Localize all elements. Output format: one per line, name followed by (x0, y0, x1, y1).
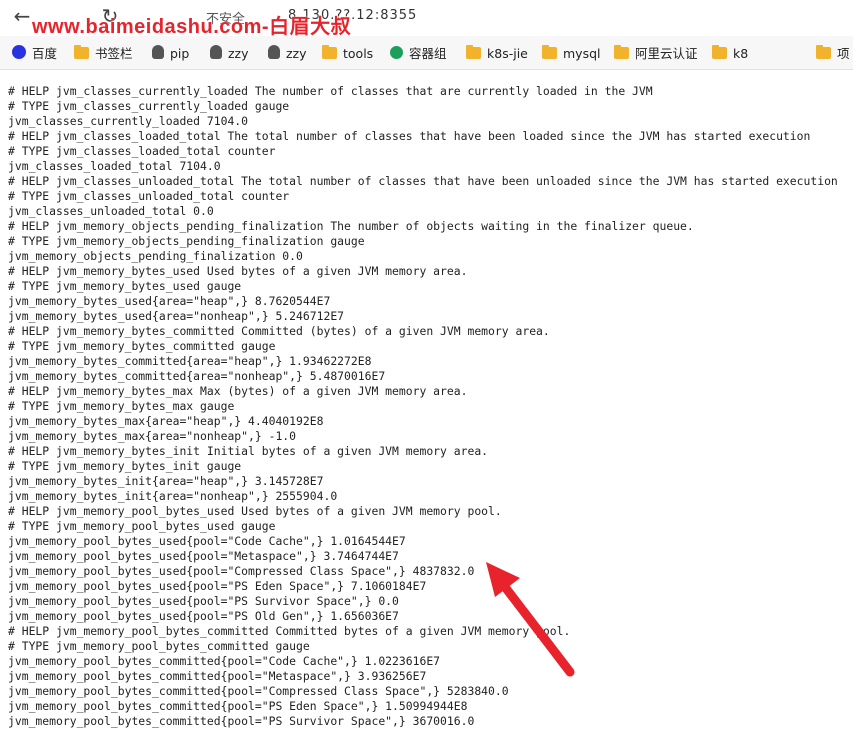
metrics-line: jvm_memory_pool_bytes_used{pool="Metaspa… (8, 549, 399, 563)
metrics-line: jvm_memory_pool_bytes_used{pool="PS Surv… (8, 594, 399, 608)
metrics-line: # HELP jvm_memory_bytes_max Max (bytes) … (8, 384, 468, 398)
metrics-line: # TYPE jvm_memory_pool_bytes_used gauge (8, 519, 276, 533)
bookmark-zzy-2[interactable]: zzy (268, 45, 307, 63)
metrics-line: jvm_memory_bytes_used{area="heap",} 8.76… (8, 294, 331, 308)
metrics-line: jvm_memory_bytes_max{area="heap",} 4.404… (8, 414, 324, 428)
metrics-line: jvm_memory_bytes_committed{area="nonheap… (8, 369, 386, 383)
folder-icon (614, 45, 629, 59)
bookmarks-bar: 百度 书签栏 pip zzy zzy tools 容器组 k8s-jie mys… (0, 36, 853, 70)
bookmark-baidu[interactable]: 百度 (12, 45, 57, 63)
metrics-line: jvm_memory_pool_bytes_used{pool="Code Ca… (8, 534, 406, 548)
browser-toolbar: ← ↻ 不安全 8.130.??.12:8355 www.baimeidashu… (0, 0, 853, 38)
bookmark-pip[interactable]: pip (152, 45, 189, 63)
bookmark-project[interactable]: 项 (816, 45, 850, 63)
metrics-line: # TYPE jvm_memory_bytes_init gauge (8, 459, 242, 473)
metrics-line: # HELP jvm_memory_bytes_used Used bytes … (8, 264, 468, 278)
green-icon (390, 46, 403, 59)
person-icon (210, 45, 222, 59)
metrics-line: # TYPE jvm_memory_bytes_used gauge (8, 279, 242, 293)
bookmark-label: mysql (563, 46, 601, 61)
metrics-line: jvm_memory_pool_bytes_committed{pool="Co… (8, 654, 441, 668)
baidu-icon (12, 45, 26, 59)
metrics-line: jvm_memory_objects_pending_finalization … (8, 249, 303, 263)
metrics-line: jvm_memory_bytes_committed{area="heap",}… (8, 354, 372, 368)
bookmark-label: 项 (837, 46, 850, 61)
metrics-line: jvm_memory_pool_bytes_used{pool="Compres… (8, 564, 475, 578)
metrics-text: # HELP jvm_classes_currently_loaded The … (8, 84, 853, 729)
person-icon (152, 45, 164, 59)
folder-icon (816, 45, 831, 59)
folder-icon (466, 45, 481, 59)
metrics-line: # HELP jvm_memory_objects_pending_finali… (8, 219, 694, 233)
metrics-line: jvm_classes_unloaded_total 0.0 (8, 204, 214, 218)
metrics-line: jvm_classes_loaded_total 7104.0 (8, 159, 221, 173)
bookmark-aliyun-cert[interactable]: 阿里云认证 (614, 45, 698, 63)
folder-icon (542, 45, 557, 59)
bookmark-label: pip (170, 46, 190, 61)
bookmark-zzy-1[interactable]: zzy (210, 45, 249, 63)
bookmark-label: zzy (228, 46, 249, 61)
metrics-line: # HELP jvm_classes_currently_loaded The … (8, 84, 653, 98)
back-arrow-icon[interactable]: ← (10, 4, 34, 28)
metrics-line: # HELP jvm_memory_pool_bytes_committed C… (8, 624, 571, 638)
metrics-line: # HELP jvm_memory_bytes_committed Commit… (8, 324, 550, 338)
bookmark-bookmarks-folder[interactable]: 书签栏 (74, 45, 133, 63)
bookmark-label: k8s-jie (487, 46, 528, 61)
metrics-line: # TYPE jvm_memory_bytes_committed gauge (8, 339, 276, 353)
bookmark-label: zzy (286, 46, 307, 61)
metrics-line: # TYPE jvm_memory_objects_pending_finali… (8, 234, 365, 248)
metrics-line: # HELP jvm_classes_unloaded_total The to… (8, 174, 838, 188)
metrics-line: # HELP jvm_classes_loaded_total The tota… (8, 129, 811, 143)
metrics-line: # HELP jvm_memory_pool_bytes_used Used b… (8, 504, 502, 518)
metrics-line: jvm_memory_bytes_max{area="nonheap",} -1… (8, 429, 297, 443)
bookmark-label: 百度 (32, 46, 58, 61)
bookmark-k8[interactable]: k8 (712, 45, 748, 63)
folder-icon (74, 45, 89, 59)
person-icon (268, 45, 280, 59)
watermark: www.baimeidashu.com-白眉大叔 (32, 16, 352, 38)
metrics-line: # HELP jvm_memory_bytes_init Initial byt… (8, 444, 489, 458)
metrics-line: jvm_classes_currently_loaded 7104.0 (8, 114, 249, 128)
metrics-line: jvm_memory_pool_bytes_committed{pool="PS… (8, 699, 468, 713)
bookmark-container-group[interactable]: 容器组 (390, 45, 447, 63)
metrics-line: jvm_memory_pool_bytes_committed{pool="Me… (8, 669, 427, 683)
bookmark-tools[interactable]: tools (322, 45, 373, 63)
metrics-line: # TYPE jvm_classes_unloaded_total counte… (8, 189, 290, 203)
bookmark-label: 容器组 (409, 46, 447, 61)
metrics-line: jvm_memory_bytes_init{area="nonheap",} 2… (8, 489, 338, 503)
bookmark-mysql[interactable]: mysql (542, 45, 601, 63)
bookmark-label: 书签栏 (95, 46, 133, 61)
metrics-line: jvm_memory_bytes_init{area="heap",} 3.14… (8, 474, 324, 488)
metrics-line: # TYPE jvm_memory_pool_bytes_committed g… (8, 639, 310, 653)
folder-icon (322, 45, 337, 59)
metrics-line: # TYPE jvm_memory_bytes_max gauge (8, 399, 235, 413)
metrics-line: jvm_memory_bytes_used{area="nonheap",} 5… (8, 309, 345, 323)
metrics-line: jvm_memory_pool_bytes_used{pool="PS Eden… (8, 579, 427, 593)
folder-icon (712, 45, 727, 59)
bookmark-k8s-jie[interactable]: k8s-jie (466, 45, 528, 63)
bookmark-label: 阿里云认证 (635, 46, 698, 61)
metrics-line: # TYPE jvm_classes_currently_loaded gaug… (8, 99, 290, 113)
bookmark-label: tools (343, 46, 374, 61)
metrics-line: # TYPE jvm_classes_loaded_total counter (8, 144, 276, 158)
bookmark-label: k8 (733, 46, 749, 61)
metrics-line: jvm_memory_pool_bytes_used{pool="PS Old … (8, 609, 399, 623)
metrics-line: jvm_memory_pool_bytes_committed{pool="Co… (8, 684, 509, 698)
